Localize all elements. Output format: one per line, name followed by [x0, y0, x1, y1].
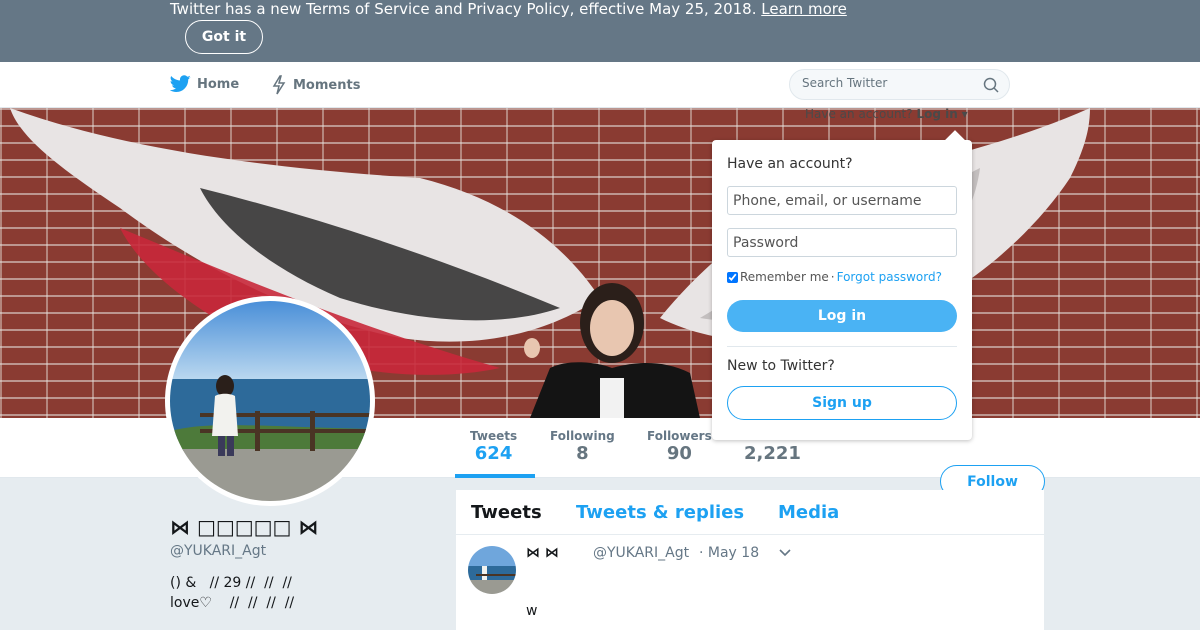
search-icon[interactable]	[983, 77, 999, 93]
new-to-twitter-heading: New to Twitter?	[727, 358, 835, 374]
stat-label: Following	[550, 429, 615, 443]
tweet-text: w	[526, 603, 538, 619]
remember-me-label: Remember me	[740, 270, 829, 284]
terms-banner: Twitter has a new Terms of Service and P…	[0, 0, 1200, 62]
tweet-timestamp[interactable]: · May 18	[699, 545, 759, 561]
remember-row: Remember me · Forgot password?	[727, 270, 942, 284]
tweet[interactable]: ⋈ ⋈ @YUKARI_Agt · May 18 w	[456, 535, 1044, 630]
chevron-down-icon[interactable]	[778, 545, 792, 559]
stat-label: Tweets	[470, 429, 518, 443]
tweet-author-name[interactable]: ⋈ ⋈	[526, 545, 559, 561]
stat-value: 624	[474, 443, 513, 464]
top-navigation: Home Moments	[0, 62, 1200, 108]
screen-name[interactable]: @YUKARI_Agt	[170, 543, 266, 559]
have-account-toggle[interactable]: Have an account? Log in ▾	[805, 107, 968, 121]
stat-following[interactable]: Following 8	[550, 429, 615, 464]
tab-tweets[interactable]: Tweets	[471, 502, 542, 523]
tab-media[interactable]: Media	[778, 502, 839, 523]
stat-value: 2,221	[744, 443, 801, 464]
remember-me-checkbox[interactable]	[727, 271, 738, 283]
login-dropdown: Have an account? Remember me · Forgot pa…	[712, 130, 972, 440]
chevron-down-icon: ▾	[961, 107, 968, 121]
banner-text: Twitter has a new Terms of Service and P…	[170, 0, 847, 18]
lightning-icon	[272, 75, 286, 95]
nav-home[interactable]: Home	[170, 75, 239, 93]
profile-bio: () & // 29 // // // love♡ // // // //	[170, 575, 295, 611]
got-it-button[interactable]: Got it	[185, 20, 263, 54]
stat-value: 90	[666, 443, 692, 464]
active-stat-underline	[455, 474, 535, 478]
forgot-password-link[interactable]: Forgot password?	[837, 270, 942, 284]
signup-button[interactable]: Sign up	[727, 386, 957, 420]
separator-dot: ·	[830, 270, 835, 284]
stat-value: 8	[576, 443, 589, 464]
search-box	[789, 69, 1010, 100]
stat-followers[interactable]: Followers 90	[647, 429, 712, 464]
login-toggle-link[interactable]: Log in	[916, 107, 957, 121]
learn-more-link[interactable]: Learn more	[761, 0, 847, 18]
avatar-photo	[170, 301, 370, 501]
password-field[interactable]	[727, 228, 957, 257]
avatar[interactable]	[165, 296, 375, 506]
username-field[interactable]	[727, 186, 957, 215]
login-button[interactable]: Log in	[727, 300, 957, 332]
divider	[727, 346, 957, 347]
tweet-avatar-photo	[468, 546, 516, 594]
banner-message: Twitter has a new Terms of Service and P…	[170, 0, 757, 18]
display-name: ⋈ □□□□□ ⋈	[170, 515, 319, 539]
nav-moments-label: Moments	[293, 77, 361, 93]
twitter-bird-icon	[170, 75, 191, 92]
nav-home-label: Home	[197, 76, 240, 92]
have-account-text: Have an account?	[805, 107, 913, 121]
search-input[interactable]	[802, 76, 972, 90]
timeline: Tweets Tweets & replies Media ⋈ ⋈ @YUKAR…	[456, 490, 1044, 630]
tweet-author-handle[interactable]: @YUKARI_Agt	[593, 545, 689, 561]
login-heading: Have an account?	[727, 156, 853, 172]
tab-tweets-replies[interactable]: Tweets & replies	[576, 502, 744, 523]
stat-label: Followers	[647, 429, 712, 443]
stat-tweets[interactable]: Tweets 624	[470, 429, 517, 464]
timeline-tabs: Tweets Tweets & replies Media	[456, 490, 1044, 535]
nav-moments[interactable]: Moments	[271, 75, 360, 95]
tweet-avatar[interactable]	[468, 546, 516, 594]
